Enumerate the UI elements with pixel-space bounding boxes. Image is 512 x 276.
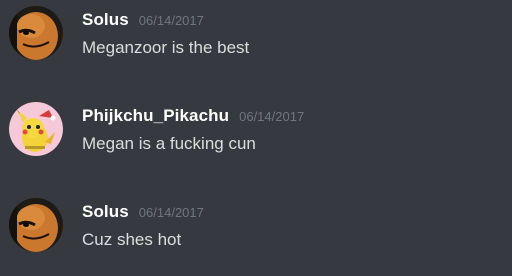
chat-message-list: Solus 06/14/2017 Meganzoor is the best P… [0, 0, 512, 276]
message-header: Phijkchu_Pikachu 06/14/2017 [82, 106, 304, 126]
chat-message: Solus 06/14/2017 Meganzoor is the best [0, 6, 512, 78]
chat-message: Solus 06/14/2017 Cuz shes hot [0, 198, 512, 270]
chat-message: Phijkchu_Pikachu 06/14/2017 Megan is a f… [0, 102, 512, 174]
timestamp: 06/14/2017 [138, 13, 204, 28]
charmander-avatar-icon[interactable] [9, 6, 63, 60]
charmander-avatar-icon[interactable] [9, 198, 63, 252]
timestamp: 06/14/2017 [239, 109, 305, 124]
message-text: Meganzoor is the best [82, 38, 250, 57]
username[interactable]: Solus [82, 202, 129, 222]
pikachu-avatar-icon[interactable] [9, 102, 63, 156]
message-header: Solus 06/14/2017 [82, 202, 204, 222]
username[interactable]: Phijkchu_Pikachu [82, 106, 229, 126]
timestamp: 06/14/2017 [138, 205, 204, 220]
message-text: Megan is a fucking cun [82, 134, 256, 153]
username[interactable]: Solus [82, 10, 129, 30]
message-text: Cuz shes hot [82, 230, 182, 249]
message-header: Solus 06/14/2017 [82, 10, 204, 30]
